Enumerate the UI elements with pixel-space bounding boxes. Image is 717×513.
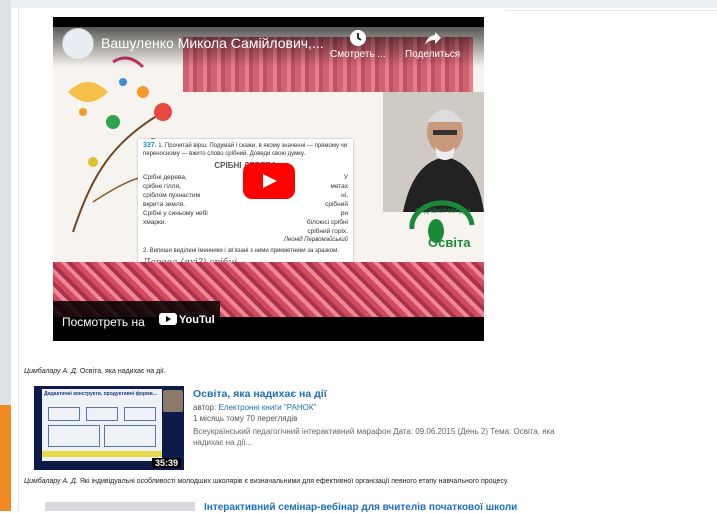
svg-text:ВИДАВНИЧИЙ ДІМ: ВИДАВНИЧИЙ ДІМ — [416, 207, 470, 215]
share-label: Поделиться — [405, 49, 461, 60]
presenter-figure — [383, 92, 484, 212]
youtube-logo-icon: YouTube — [159, 313, 214, 326]
caption-1-author: Цимбалару А. Д. — [24, 368, 78, 375]
related-video-2-title[interactable]: Інтерактивний семінар-вебінар для вчител… — [204, 502, 517, 513]
exercise-task-2: 2. Випиши виділені іменники і зв'язані з… — [143, 248, 339, 254]
watch-later-button[interactable]: Смотреть ... — [330, 29, 386, 60]
video-player[interactable]: 337. 1. Прочитай вірш. Подумай і скажи, … — [53, 17, 484, 341]
thumbnail-portrait — [163, 390, 183, 412]
osvita-logo: Освіта ВИДАВНИЧИЙ ДІМ — [409, 200, 475, 250]
caption-1-text: Освіта, яка надихає на дії. — [77, 368, 166, 375]
poem-author: Леонід Первомайський — [283, 237, 348, 243]
author-link[interactable]: Електронні книги "РАНОК" — [218, 403, 316, 412]
related-video-title[interactable]: Освіта, яка надихає на дії — [193, 388, 327, 400]
related-video-2-thumbnail[interactable] — [45, 502, 195, 511]
thumbnail-heading: Дидактичні конструкти, продуктивні форми… — [44, 391, 157, 397]
orange-accent — [0, 405, 11, 511]
poem-column-1: Срібні дерева, срібне гілля, сріблом пухна… — [143, 174, 208, 226]
watch-on-youtube-button[interactable]: Посмотреть на YouTube — [53, 301, 220, 338]
watch-later-label: Смотреть ... — [330, 49, 386, 60]
caption-1: Цимбалару А. Д. Освіта, яка надихає на д… — [24, 368, 166, 375]
exercise-instruction: 1. Прочитай вірш. Подумай і скажи, в яко… — [143, 143, 348, 157]
share-button[interactable]: Поделиться — [405, 29, 460, 60]
exercise-number: 337. — [143, 142, 157, 149]
left-sidebar-strip — [0, 0, 11, 511]
caption-2-author: Цимбалару А. Д. — [24, 478, 78, 485]
player-top-bar: Вашуленко Микола Самійлович,... Смотреть… — [53, 17, 484, 67]
related-video-author: автор: Електронні книги "РАНОК" — [193, 403, 317, 412]
play-button[interactable] — [243, 163, 295, 199]
related-video-thumbnail[interactable]: Дидактичні конструкти, продуктивні форми… — [34, 386, 184, 470]
poem-column-2: Уметах ні, срібний ри білоюсі срібні срібний … — [306, 174, 348, 235]
right-divider — [505, 10, 717, 11]
related-video-meta: 1 місяць тому 70 переглядів — [193, 414, 298, 423]
video-duration: 35:39 — [151, 458, 181, 468]
channel-avatar[interactable] — [62, 28, 94, 60]
clock-icon — [349, 30, 366, 46]
share-icon — [424, 32, 441, 45]
watch-on-label: Посмотреть на — [62, 315, 145, 329]
related-video-description: Всеукраїнський педагогічний інтерактивни… — [193, 427, 555, 447]
video-title[interactable]: Вашуленко Микола Самійлович,... — [101, 35, 324, 51]
caption-2: Цимбалару А. Д. Які індивідуальні особли… — [24, 478, 509, 485]
svg-text:YouTube: YouTube — [179, 314, 214, 326]
top-band — [11, 0, 717, 8]
caption-2-text: Які індивідуальні особливості молодших ш… — [77, 478, 509, 485]
content-border — [18, 8, 19, 511]
thumbnail-slide: Дидактичні конструкти, продуктивні форми… — [42, 389, 162, 461]
